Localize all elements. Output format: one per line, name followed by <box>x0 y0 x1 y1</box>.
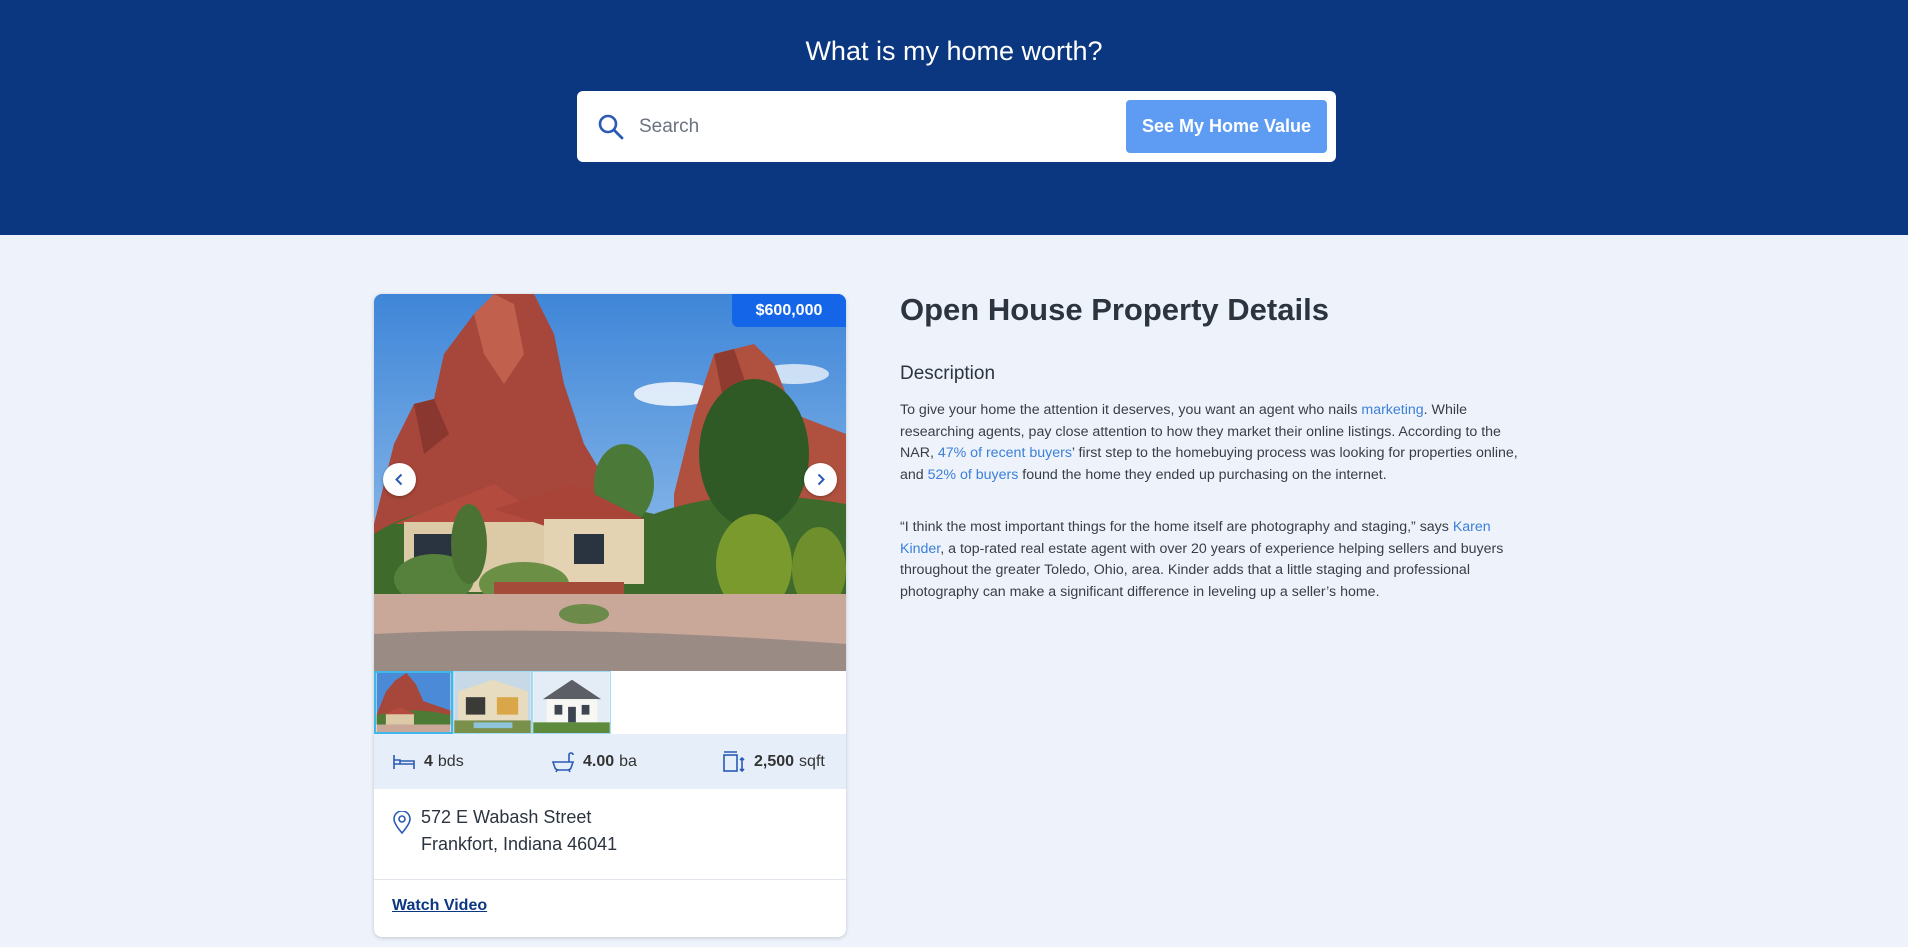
price-badge: $600,000 <box>732 294 846 327</box>
property-details: Open House Property Details Description … <box>900 290 1540 600</box>
beds-stat: 4 bds <box>392 734 464 789</box>
thumbnail-3[interactable] <box>532 671 611 734</box>
area-value: 2,500 <box>754 752 795 770</box>
address-line-1: 572 E Wabash Street <box>421 807 592 827</box>
baths-stat: 4.00 ba <box>551 734 637 789</box>
area-unit: sqft <box>799 752 825 770</box>
baths-value: 4.00 <box>583 752 615 770</box>
photo-thumbnails <box>374 671 611 734</box>
area-icon <box>723 750 745 772</box>
search-box: See My Home Value <box>577 91 1336 162</box>
description-paragraph-2: “I think the most important things for t… <box>900 519 1504 600</box>
address-line-2: Frankfort, Indiana 46041 <box>421 834 618 854</box>
property-stats: 4 bds 4.00 ba 2,500 sqft <box>374 734 846 789</box>
location-pin-icon <box>393 811 411 835</box>
bathtub-icon <box>551 751 575 772</box>
description-heading: Description <box>900 363 996 384</box>
thumbnail-2[interactable] <box>453 671 532 734</box>
baths-unit: ba <box>619 752 637 770</box>
previous-photo-button[interactable] <box>383 463 416 496</box>
hero-title: What is my home worth? <box>805 36 1103 66</box>
card-divider <box>374 879 846 880</box>
description-paragraph-1: To give your home the attention it deser… <box>900 402 1518 483</box>
search-input[interactable] <box>639 105 1089 149</box>
bed-icon <box>393 754 415 769</box>
buyers-link[interactable]: 52% of buyers <box>928 467 1019 483</box>
property-card: $600,000 4 bds 4.00 ba 2,500 sqft 572 E … <box>374 294 846 937</box>
see-home-value-button[interactable]: See My Home Value <box>1126 100 1327 153</box>
thumbnail-1[interactable] <box>374 671 453 734</box>
hero-banner: What is my home worth? See My Home Value <box>0 0 1908 235</box>
page-title: Open House Property Details <box>900 292 1329 327</box>
beds-unit: bds <box>437 752 464 770</box>
search-icon <box>598 114 624 140</box>
beds-value: 4 <box>424 752 433 770</box>
area-stat: 2,500 sqft <box>722 734 825 789</box>
next-photo-button[interactable] <box>804 463 837 496</box>
marketing-link[interactable]: marketing <box>1361 402 1423 418</box>
chevron-right-icon <box>817 473 825 486</box>
recent-buyers-link[interactable]: 47% of recent buyers <box>938 445 1072 461</box>
property-main-photo <box>374 294 846 671</box>
chevron-left-icon <box>395 473 403 486</box>
watch-video-link[interactable]: Watch Video <box>392 897 487 915</box>
